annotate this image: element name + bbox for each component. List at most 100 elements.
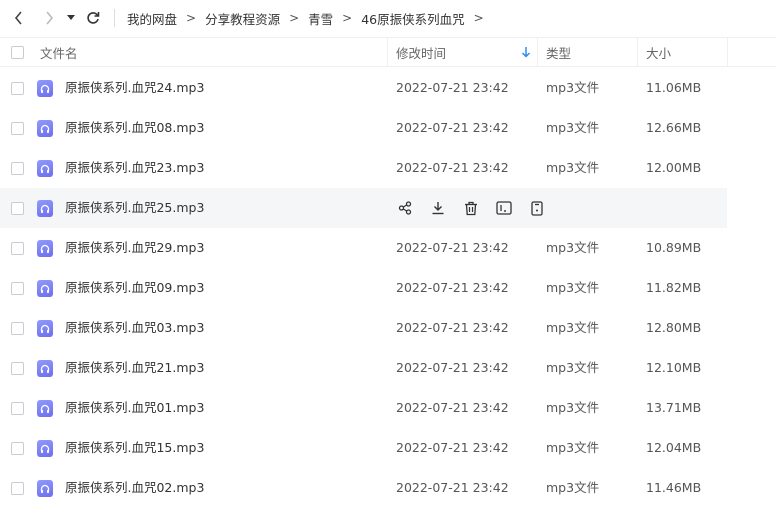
row-checkbox[interactable] [11,242,24,255]
toolbar-divider [114,9,115,27]
row-checkbox[interactable] [11,362,24,375]
column-type-header[interactable]: 类型 [546,38,571,67]
column-divider [537,38,538,67]
breadcrumb-separator: > [186,11,197,25]
column-name-header[interactable]: 文件名 [40,38,78,67]
file-type: mp3文件 [546,320,600,335]
row-checkbox[interactable] [11,282,24,295]
file-name[interactable]: 原振侠系列.血咒03.mp3 [65,308,204,348]
file-type: mp3文件 [546,160,600,175]
file-modified-time: 2022-07-21 23:42 [396,400,509,415]
file-modified-time: 2022-07-21 23:42 [396,480,509,495]
file-row[interactable]: 原振侠系列.血咒01.mp3 2022-07-21 23:42 mp3文件 13.71… [0,388,776,428]
breadcrumb-item[interactable]: 分享教程资源 [205,9,280,28]
file-size: 12.10MB [646,360,702,375]
file-list: 原振侠系列.血咒24.mp3 2022-07-21 23:42 mp3文件 11.06… [0,68,776,508]
file-row[interactable]: 原振侠系列.血咒29.mp3 2022-07-21 23:42 mp3文件 10.89… [0,228,776,268]
file-name[interactable]: 原振侠系列.血咒08.mp3 [65,108,204,148]
chevron-right-icon[interactable] [38,7,60,29]
breadcrumb-item[interactable]: 我的网盘 [127,9,177,28]
file-row[interactable]: 原振侠系列.血咒24.mp3 2022-07-21 23:42 mp3文件 11.06… [0,68,776,108]
rename-icon[interactable] [495,199,513,217]
audio-file-icon [37,360,53,377]
breadcrumb-item[interactable]: 青雪 [308,9,333,28]
file-name[interactable]: 原振侠系列.血咒02.mp3 [65,468,204,508]
audio-file-icon [37,120,53,137]
select-all-checkbox-cell [11,38,24,67]
audio-file-icon [37,240,53,257]
file-list-header: 文件名 修改时间 类型 大小 [0,37,776,67]
breadcrumb-separator: > [289,11,300,25]
breadcrumb-item[interactable]: 46原振侠系列血咒 [361,9,464,28]
file-type: mp3文件 [546,240,600,255]
file-row[interactable]: 原振侠系列.血咒02.mp3 2022-07-21 23:42 mp3文件 11.46… [0,468,776,508]
row-checkbox[interactable] [11,202,24,215]
file-size: 11.82MB [646,280,702,295]
audio-file-icon [37,280,53,297]
row-checkbox[interactable] [11,402,24,415]
column-size-header[interactable]: 大小 [646,38,671,67]
refresh-icon[interactable] [82,7,104,29]
file-modified-time: 2022-07-21 23:42 [396,80,509,95]
file-size: 10.89MB [646,240,702,255]
file-size: 12.80MB [646,320,702,335]
arrow-down-icon[interactable] [521,46,531,61]
audio-file-icon [37,480,53,497]
file-type: mp3文件 [546,480,600,495]
file-size: 11.06MB [646,80,702,95]
file-modified-time: 2022-07-21 23:42 [396,240,509,255]
file-modified-time: 2022-07-21 23:42 [396,160,509,175]
column-divider [637,38,638,67]
file-row[interactable]: 原振侠系列.血咒08.mp3 2022-07-21 23:42 mp3文件 12.66… [0,108,776,148]
audio-file-icon [37,440,53,457]
file-size: 13.71MB [646,400,702,415]
chevron-left-icon[interactable] [8,7,30,29]
file-name[interactable]: 原振侠系列.血咒29.mp3 [65,228,204,268]
file-type: mp3文件 [546,440,600,455]
row-checkbox[interactable] [11,82,24,95]
file-size: 12.66MB [646,120,702,135]
file-row[interactable]: 原振侠系列.血咒21.mp3 2022-07-21 23:42 mp3文件 12.10… [0,348,776,388]
audio-file-icon [37,400,53,417]
column-divider [727,38,728,67]
file-type: mp3文件 [546,360,600,375]
file-name[interactable]: 原振侠系列.血咒23.mp3 [65,148,204,188]
row-checkbox[interactable] [11,442,24,455]
download-icon[interactable] [429,199,447,217]
file-size: 11.46MB [646,480,702,495]
file-modified-time: 2022-07-21 23:42 [396,320,509,335]
file-row[interactable]: 原振侠系列.血咒25.mp3 [0,188,776,228]
file-row[interactable]: 原振侠系列.血咒09.mp3 2022-07-21 23:42 mp3文件 11.82… [0,268,776,308]
file-name[interactable]: 原振侠系列.血咒24.mp3 [65,68,204,108]
file-row[interactable]: 原振侠系列.血咒03.mp3 2022-07-21 23:42 mp3文件 12.80… [0,308,776,348]
file-type: mp3文件 [546,400,600,415]
share-icon[interactable] [396,199,414,217]
audio-file-icon [37,320,53,337]
file-name[interactable]: 原振侠系列.血咒21.mp3 [65,348,204,388]
file-name[interactable]: 原振侠系列.血咒25.mp3 [65,188,204,228]
breadcrumb-separator: > [342,11,353,25]
file-size: 12.04MB [646,440,702,455]
file-name[interactable]: 原振侠系列.血咒15.mp3 [65,428,204,468]
file-row[interactable]: 原振侠系列.血咒15.mp3 2022-07-21 23:42 mp3文件 12.04… [0,428,776,468]
delete-icon[interactable] [462,199,480,217]
row-checkbox[interactable] [11,482,24,495]
row-checkbox[interactable] [11,322,24,335]
file-modified-time: 2022-07-21 23:42 [396,280,509,295]
row-checkbox[interactable] [11,162,24,175]
file-type: mp3文件 [546,80,600,95]
file-name[interactable]: 原振侠系列.血咒09.mp3 [65,268,204,308]
breadcrumb-separator: > [473,11,484,25]
file-row[interactable]: 原振侠系列.血咒23.mp3 2022-07-21 23:42 mp3文件 12.00… [0,148,776,188]
select-all-checkbox[interactable] [11,46,24,59]
file-size: 12.00MB [646,160,702,175]
row-checkbox[interactable] [11,122,24,135]
file-name[interactable]: 原振侠系列.血咒01.mp3 [65,388,204,428]
row-actions [396,199,561,217]
file-modified-time: 2022-07-21 23:42 [396,360,509,375]
more-icon[interactable] [528,199,546,217]
caret-down-icon[interactable] [64,7,78,29]
audio-file-icon [37,80,53,97]
audio-file-icon [37,200,53,217]
column-modified-header[interactable]: 修改时间 [396,38,446,67]
